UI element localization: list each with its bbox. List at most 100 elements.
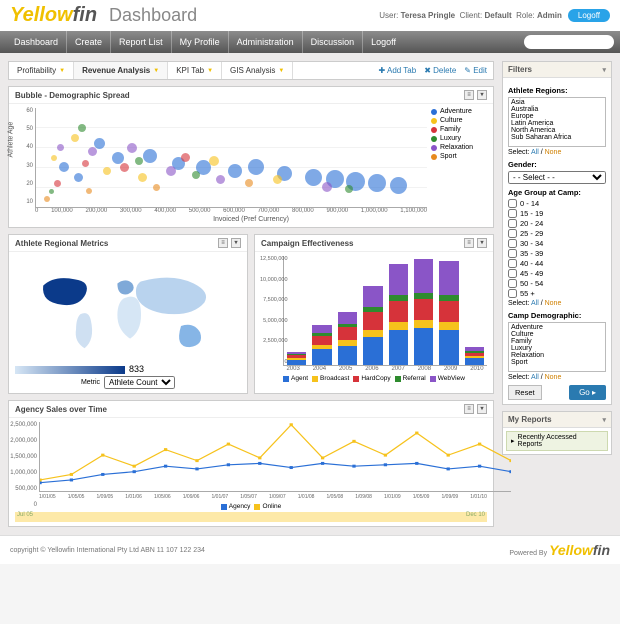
age-check[interactable]: 0 - 14 [508, 199, 606, 208]
world-map[interactable] [15, 256, 241, 362]
nav-report-list[interactable]: Report List [111, 31, 172, 53]
go-button[interactable]: Go ▸ [569, 385, 606, 400]
camp-option[interactable]: Family [510, 338, 604, 345]
camp-option[interactable]: Relaxation [510, 352, 604, 359]
bubble-point [322, 182, 332, 192]
age-check[interactable]: 45 - 49 [508, 269, 606, 278]
bubble-point [112, 152, 124, 164]
panel-collapse-icon[interactable]: ▾ [477, 238, 487, 248]
time-range-slider[interactable]: Jul 05 Dec 10 [15, 512, 487, 522]
nav-create[interactable]: Create [67, 31, 111, 53]
age-check[interactable]: 25 - 29 [508, 229, 606, 238]
bubble-point [216, 175, 225, 184]
bubble-point [103, 167, 111, 175]
search-input[interactable] [524, 35, 614, 49]
bubble-point [135, 157, 143, 165]
nav-my-profile[interactable]: My Profile [172, 31, 229, 53]
nav-dashboard[interactable]: Dashboard [6, 31, 67, 53]
plus-icon: ▸ [511, 437, 515, 445]
map-scale-max: 833 [129, 364, 144, 374]
region-option[interactable]: North America [510, 127, 604, 134]
edit-tab-link[interactable]: ✎ Edit [464, 66, 487, 75]
bubble-point [127, 143, 137, 153]
bar-2009 [439, 261, 458, 365]
panel-collapse-icon[interactable]: ▾ [231, 238, 241, 248]
metric-select[interactable]: Athlete Count [104, 376, 175, 389]
age-check[interactable]: 35 - 39 [508, 249, 606, 258]
age-check[interactable]: 20 - 24 [508, 219, 606, 228]
delete-tab-link[interactable]: ✖ Delete [424, 66, 456, 75]
filters-title: Filters [508, 65, 532, 74]
panel-menu-icon[interactable]: ≡ [464, 90, 474, 100]
bubble-chart: Athlete Age 605040302010 AdventureCultur… [15, 108, 487, 223]
panel-campaign: Campaign Effectiveness ≡▾ 12,500,00010,0… [254, 234, 494, 394]
panel-menu-icon[interactable]: ≡ [464, 404, 474, 414]
agency-chart [39, 422, 511, 492]
tab-profitability[interactable]: Profitability▼ [9, 62, 74, 79]
bubble-point [368, 174, 386, 192]
region-option[interactable]: Europe [510, 113, 604, 120]
nav-logoff[interactable]: Logoff [363, 31, 404, 53]
bubble-point [192, 171, 200, 179]
search-box [524, 35, 614, 49]
bubble-point [305, 169, 322, 186]
regions-label: Athlete Regions: [508, 86, 606, 95]
panel-campaign-title: Campaign Effectiveness [261, 239, 353, 248]
age-check[interactable]: 55 + [508, 289, 606, 298]
region-option[interactable]: Australia [510, 106, 604, 113]
region-option[interactable]: Asia [510, 99, 604, 106]
logoff-button[interactable]: Logoff [568, 9, 610, 22]
panel-menu-icon[interactable]: ≡ [218, 238, 228, 248]
bubble-point [209, 156, 219, 166]
user-info: User: Teresa Pringle Client: Default Rol… [379, 9, 610, 22]
panel-collapse-icon[interactable]: ▾ [477, 90, 487, 100]
bar-2010 [465, 347, 484, 365]
bubble-point [120, 163, 129, 172]
bar-2004 [312, 325, 331, 365]
gender-label: Gender: [508, 160, 606, 169]
panel-menu-icon[interactable]: ≡ [464, 238, 474, 248]
tab-kpi-tab[interactable]: KPI Tab▼ [168, 62, 222, 79]
gender-select[interactable]: - - Select - - [508, 171, 606, 184]
bubble-point [138, 173, 147, 182]
panel-bubble-title: Bubble - Demographic Spread [15, 91, 130, 100]
age-check[interactable]: 50 - 54 [508, 279, 606, 288]
myreports-collapse-icon[interactable]: ▾ [602, 416, 606, 424]
bubble-point [44, 196, 50, 202]
age-check[interactable]: 15 - 19 [508, 209, 606, 218]
bar-2003 [287, 352, 306, 365]
camp-option[interactable]: Sport [510, 359, 604, 366]
add-tab-link[interactable]: ✚ Add Tab [379, 66, 417, 75]
camp-label: Camp Demographic: [508, 311, 606, 320]
reset-button[interactable]: Reset [508, 385, 542, 400]
copyright-text: copyright © Yellowfin International Pty … [10, 547, 205, 554]
my-reports-title: My Reports [508, 415, 552, 424]
filters-collapse-icon[interactable]: ▾ [602, 66, 606, 74]
tab-revenue-analysis[interactable]: Revenue Analysis▼ [74, 62, 168, 79]
age-check[interactable]: 30 - 34 [508, 239, 606, 248]
map-scale [15, 366, 125, 374]
region-option[interactable]: Sub Saharan Africa [510, 134, 604, 141]
tab-gis-analysis[interactable]: GIS Analysis▼ [222, 62, 293, 79]
regions-listbox[interactable]: AsiaAustraliaEuropeLatin AmericaNorth Am… [508, 97, 606, 147]
nav-discussion[interactable]: Discussion [303, 31, 364, 53]
camp-option[interactable]: Adventure [510, 324, 604, 331]
recently-accessed-link[interactable]: ▸Recently Accessed Reports [506, 431, 608, 451]
bubble-point [248, 159, 264, 175]
camp-option[interactable]: Luxury [510, 345, 604, 352]
campaign-chart: 12,500,00010,000,0007,500,0005,000,0002,… [283, 256, 487, 366]
bubble-point [94, 138, 105, 149]
camp-listbox[interactable]: AdventureCultureFamilyLuxuryRelaxationSp… [508, 322, 606, 372]
age-check[interactable]: 40 - 44 [508, 259, 606, 268]
panel-agency-title: Agency Sales over Time [15, 405, 107, 414]
panel-regional: Athlete Regional Metrics ≡▾ [8, 234, 248, 394]
nav-administration[interactable]: Administration [229, 31, 303, 53]
bubble-point [74, 173, 83, 182]
bubble-point [51, 155, 57, 161]
bubble-xlabel: Invoiced (Pref Currency) [15, 216, 487, 223]
camp-option[interactable]: Culture [510, 331, 604, 338]
panel-collapse-icon[interactable]: ▾ [477, 404, 487, 414]
bubble-point [86, 188, 92, 194]
region-option[interactable]: Latin America [510, 120, 604, 127]
main-nav: DashboardCreateReport ListMy ProfileAdmi… [0, 31, 620, 53]
